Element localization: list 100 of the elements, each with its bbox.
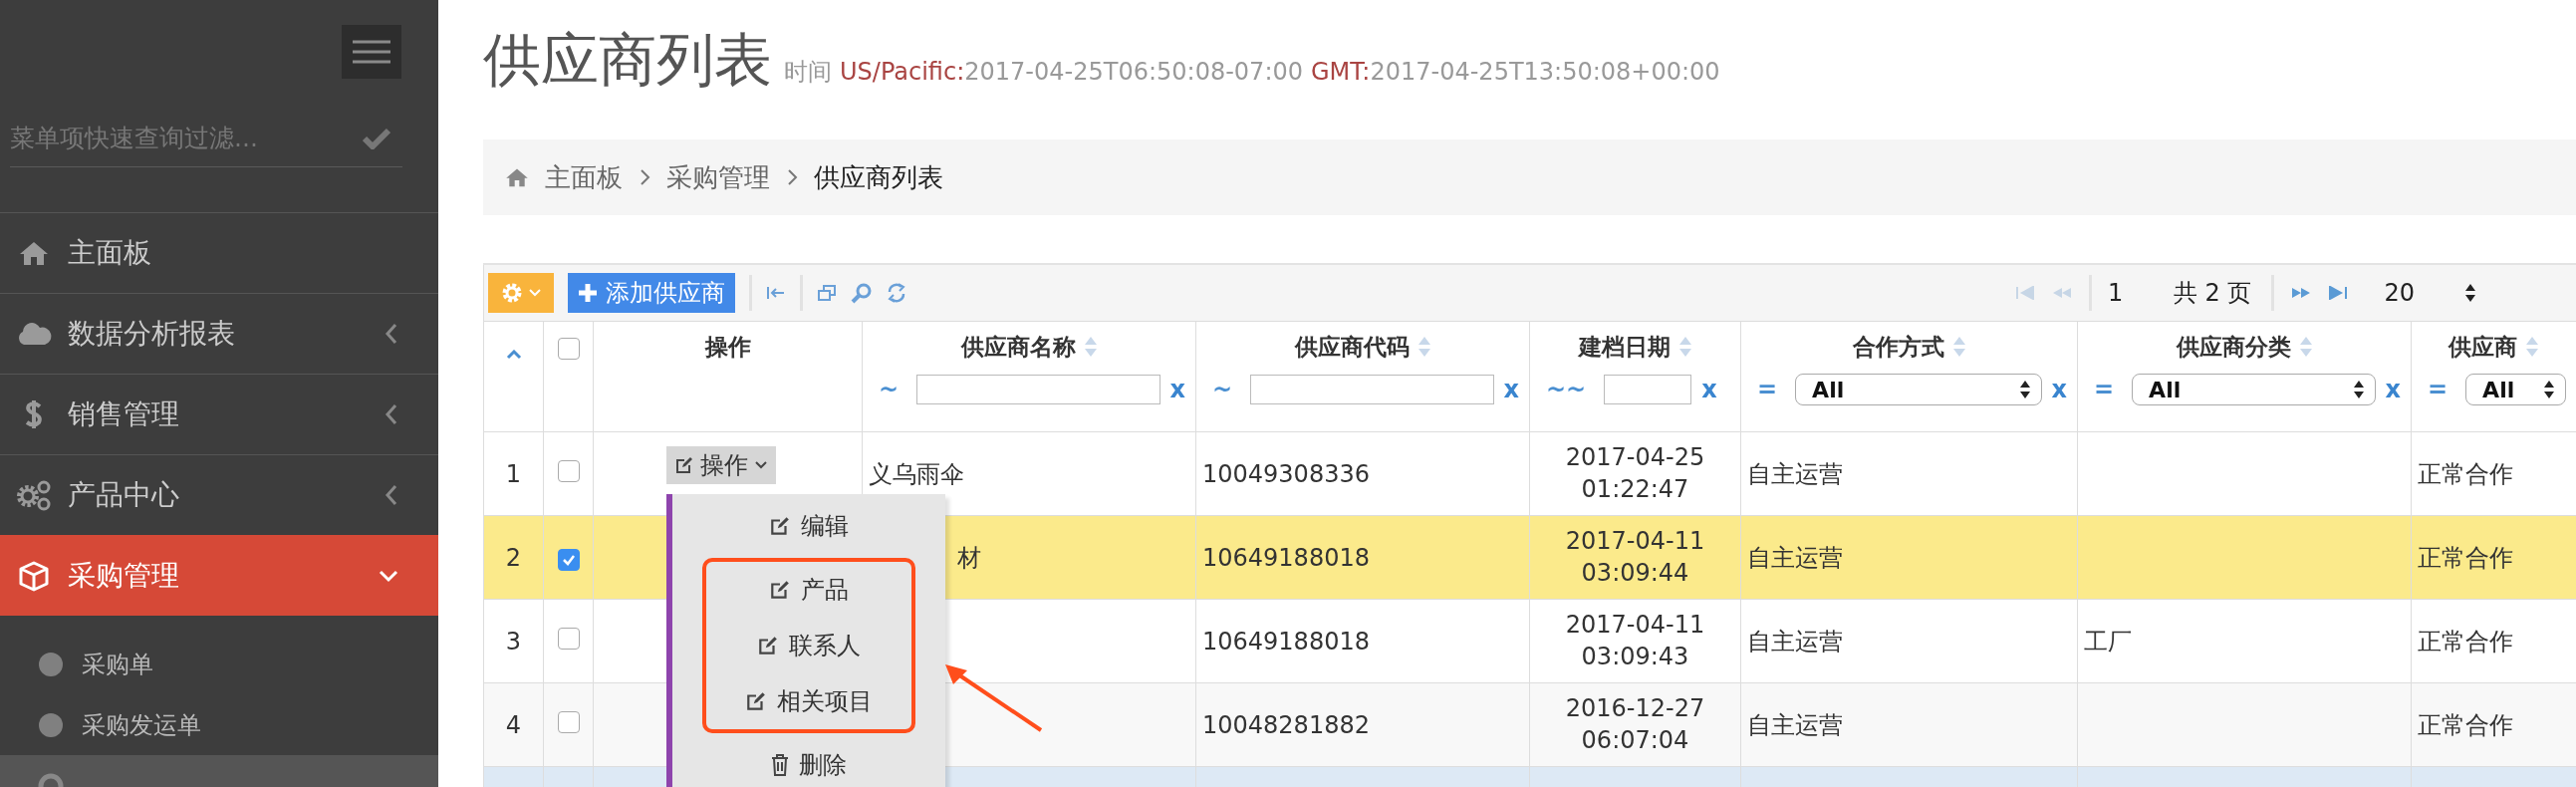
table-cell: 自主运营 [1747, 627, 1843, 656]
sort-icon[interactable] [1951, 336, 1966, 358]
sidebar-item[interactable]: 销售管理 [0, 374, 438, 454]
caret-icon [754, 460, 768, 470]
caret-icon [528, 288, 542, 298]
home-icon [505, 167, 529, 187]
settings-icon [500, 281, 524, 305]
first-page-icon[interactable] [2014, 286, 2035, 300]
add-supplier-button[interactable]: 添加供应商 [568, 273, 735, 313]
timestamp: 2017-04-25T06:50:08-07:00 [964, 58, 1303, 86]
sort-icon[interactable] [1417, 336, 1431, 358]
breadcrumb-link[interactable]: 主面板 [545, 159, 623, 195]
table-cell: 工厂 [2084, 627, 2132, 656]
table-cell: 正常合作 [2418, 543, 2513, 572]
filter-select[interactable]: All [2132, 374, 2376, 405]
sidebar-item[interactable]: 数据分析报表 [0, 293, 438, 374]
row-checkbox[interactable] [557, 627, 580, 650]
submenu-item[interactable]: 采购发运单 [0, 694, 438, 755]
timestamp: 2017-04-25T13:50:08+00:00 [1370, 58, 1720, 86]
edit-icon [757, 635, 779, 656]
row-checkbox[interactable] [557, 459, 580, 482]
edit-icon [745, 690, 767, 712]
sort-icon[interactable] [2298, 336, 2313, 358]
actions-dropdown-button[interactable]: 操作 [666, 446, 776, 484]
select-all-checkbox[interactable] [557, 338, 580, 360]
page-size-select[interactable]: 20 [2384, 279, 2476, 307]
page-count: 共 2 页 [2173, 278, 2252, 309]
table-cell: 2016-12-27 06:07:04 [1565, 694, 1705, 754]
search-icon[interactable] [851, 282, 873, 304]
menu-filter-field[interactable]: 菜单项快速查询过滤... [10, 110, 402, 167]
sidebar-item[interactable]: 采购管理 [0, 535, 438, 616]
gears-icon [16, 479, 52, 511]
settings-dropdown-button[interactable] [488, 273, 554, 313]
edit-icon [769, 579, 791, 601]
column-header: 操作 [704, 332, 751, 362]
row-checkbox[interactable] [557, 548, 580, 571]
menu-item[interactable]: 联系人 [706, 618, 911, 673]
filter-input[interactable] [916, 375, 1160, 404]
copy-icon[interactable] [817, 284, 837, 302]
column-header: 供应商分类 [2176, 332, 2291, 362]
cloud-icon [16, 322, 52, 346]
filter-select[interactable]: All [2465, 374, 2566, 405]
page-number-field[interactable]: 1 [2107, 279, 2158, 307]
row-checkbox[interactable] [557, 710, 580, 733]
table-cell: 10649188018 [1202, 627, 1370, 656]
up-down-icon [2018, 380, 2031, 399]
filter-operator: ~ [879, 376, 900, 403]
breadcrumb-link[interactable]: 采购管理 [666, 159, 770, 195]
clear-filter-link[interactable]: x [1701, 376, 1717, 403]
table-cell: 自主运营 [1747, 710, 1843, 739]
clear-filter-link[interactable]: x [1169, 376, 1185, 403]
table-cell: 2017-04-11 03:09:44 [1565, 527, 1705, 587]
filter-operator: = [2428, 376, 2448, 403]
menu-icon [353, 39, 390, 65]
table-cell: 10649188018 [1202, 543, 1370, 572]
table-cell: 10049308336 [1202, 459, 1370, 488]
table-cell: 正常合作 [2418, 627, 2513, 656]
filter-operator: = [1757, 376, 1778, 403]
timezone-name: US/Pacific: [840, 58, 965, 86]
table-cell: 2017-04-25 01:22:47 [1565, 443, 1705, 503]
table-cell: 材 [957, 543, 981, 572]
table-cell: 义乌雨伞 [869, 459, 964, 488]
check-icon [363, 128, 390, 149]
page-title: 供应商列表 [483, 25, 772, 96]
clear-filter-link[interactable]: x [1503, 376, 1519, 403]
table-cell: 正常合作 [2418, 459, 2513, 488]
table-cell: 自主运营 [1747, 543, 1843, 572]
menu-toggle-button[interactable] [342, 25, 401, 79]
first-column-icon[interactable] [766, 286, 786, 300]
table-cell: 2017-04-11 03:09:43 [1565, 611, 1705, 670]
up-down-icon [2352, 380, 2365, 399]
chevron-right-icon [639, 168, 650, 186]
filter-operator: = [2094, 376, 2115, 403]
chevron-right-icon [786, 168, 798, 186]
date-filter-input[interactable] [1604, 375, 1692, 404]
table-cell: 自主运营 [1747, 459, 1843, 488]
row-number: 1 [505, 459, 522, 488]
sort-up-icon[interactable] [505, 350, 522, 360]
table-cell: 10048281882 [1202, 710, 1370, 739]
sort-icon[interactable] [1677, 336, 1692, 358]
sidebar-item[interactable]: 主面板 [0, 212, 438, 293]
column-header: 合作方式 [1852, 332, 1944, 362]
clear-filter-link[interactable]: x [2385, 376, 2401, 403]
dollar-icon [24, 398, 44, 430]
timezone-name: GMT: [1311, 58, 1371, 86]
table-cell: 正常合作 [2418, 710, 2513, 739]
sort-icon[interactable] [2525, 336, 2539, 358]
last-page-icon[interactable] [2328, 286, 2349, 300]
submenu-item[interactable]: 采购单 [0, 634, 438, 694]
dot-icon [38, 711, 64, 738]
sort-icon[interactable] [1083, 336, 1098, 358]
dot-icon [38, 651, 64, 677]
filter-select[interactable]: All [1795, 374, 2042, 405]
time-label: 时间 [784, 57, 832, 88]
filter-input[interactable] [1250, 375, 1494, 404]
refresh-icon[interactable] [887, 282, 906, 304]
clear-filter-link[interactable]: x [2051, 376, 2067, 403]
column-header: 建档日期 [1578, 332, 1671, 362]
row-number: 2 [505, 543, 522, 572]
check-icon [561, 553, 576, 566]
